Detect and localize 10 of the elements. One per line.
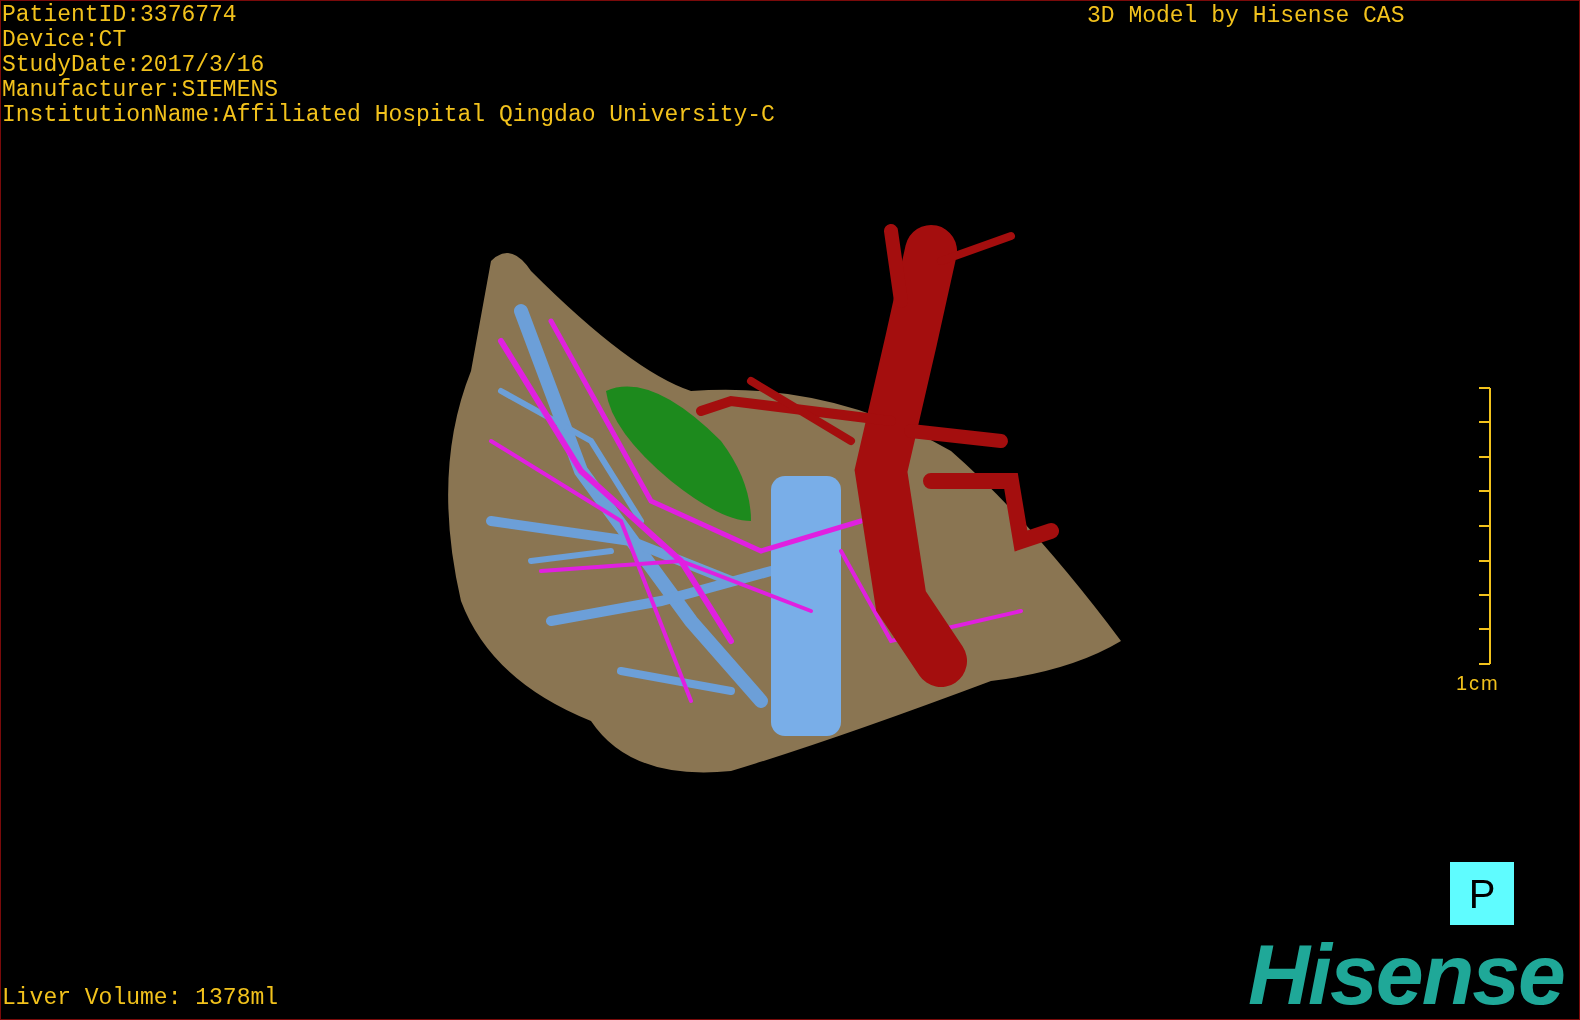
patient-info-text: Manufacturer:SIEMENS (2, 78, 280, 103)
viewer-title: 3D Model by Hisense CAS (1087, 4, 1405, 29)
scale-label: 1cm (1456, 671, 1500, 696)
orientation-button[interactable]: P (1450, 862, 1514, 925)
patient-info-text: PatientID:3376774 (2, 3, 238, 28)
patient-info-text: InstitutionName:Affiliated Hospital Qingdao University-C (2, 103, 775, 128)
patient-info-text: StudyDate:2017/3/16 (2, 53, 266, 78)
patient-info-text: Device:CT (2, 28, 128, 53)
logo-text: Hisense (1248, 931, 1564, 1017)
liver-volume-text: Liver Volume: 1378ml (2, 986, 279, 1011)
